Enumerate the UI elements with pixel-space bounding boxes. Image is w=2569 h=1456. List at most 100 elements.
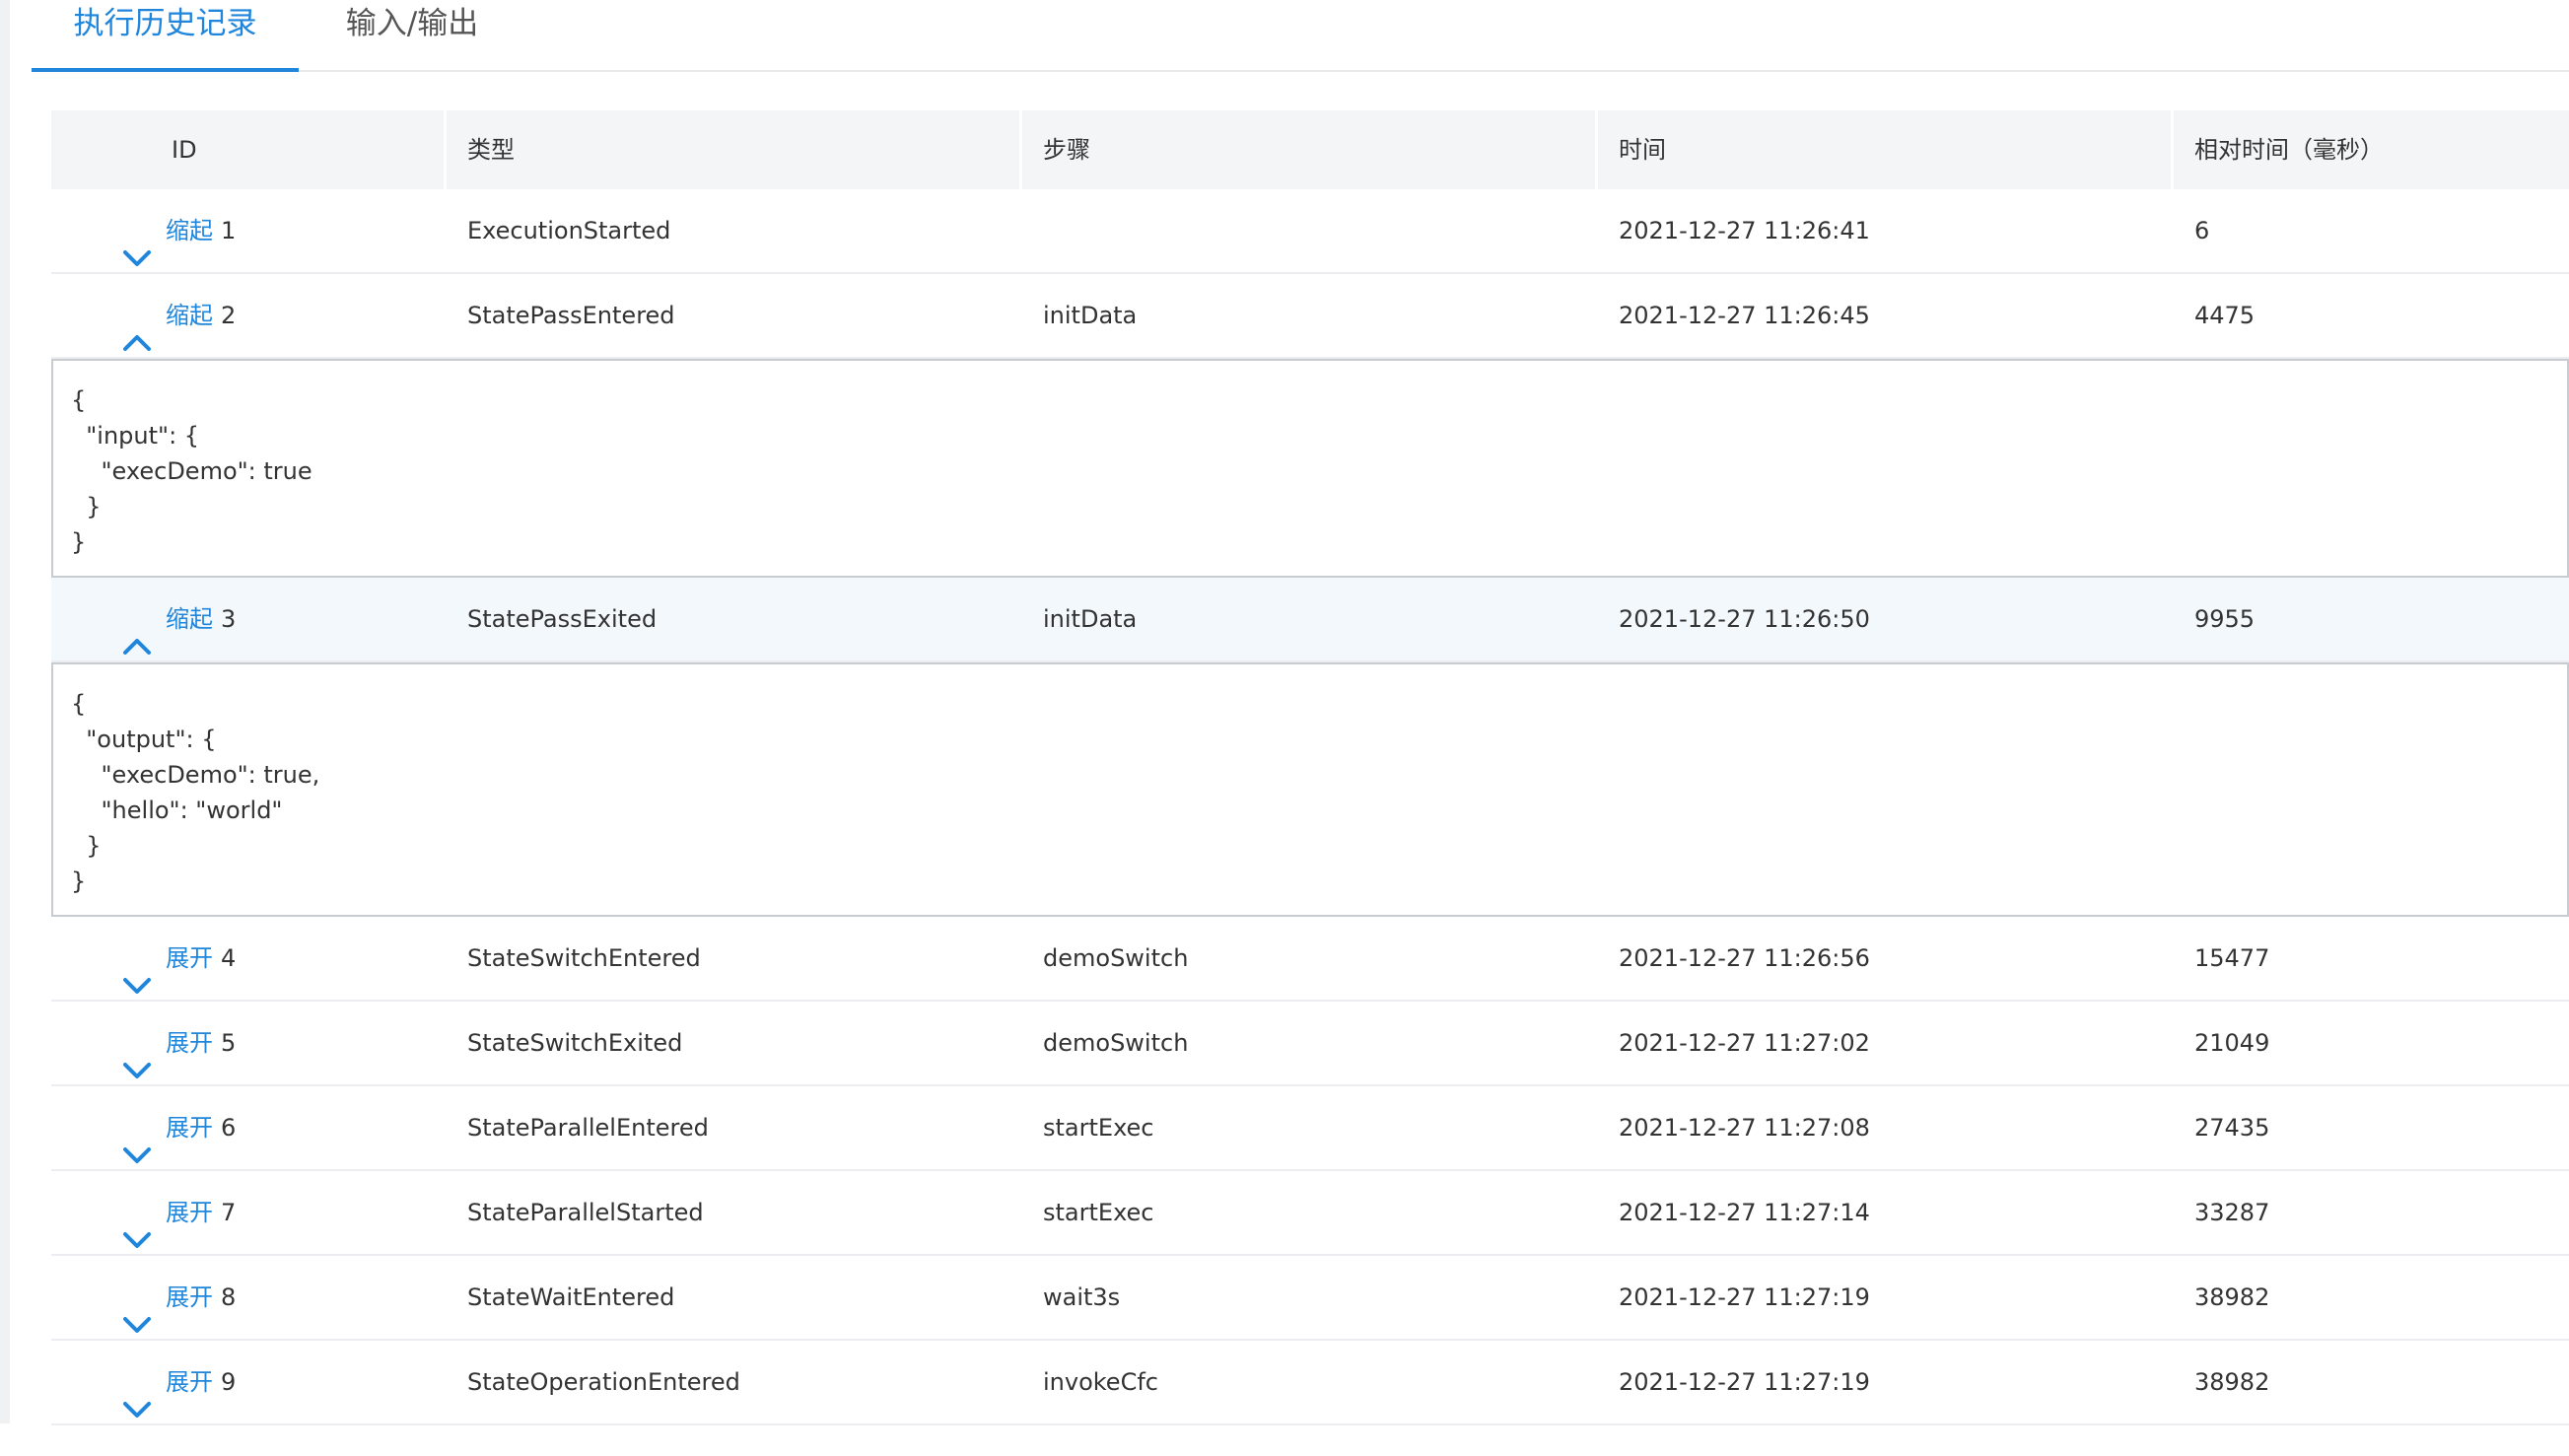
row-toggle-label[interactable]: 展开 xyxy=(166,1283,213,1311)
row-type: StatePassExited xyxy=(467,605,658,633)
row-toggle-label[interactable]: 展开 xyxy=(166,1199,213,1226)
row-time: 2021-12-27 11:26:56 xyxy=(1619,944,1870,972)
column-header-type: 类型 xyxy=(467,136,515,164)
row-detail-json: { "output": { "execDemo": true, "hello":… xyxy=(51,662,2569,917)
row-id: 2 xyxy=(221,302,237,329)
table-row: 缩起 2 StatePassEntered initData 2021-12-27 11… xyxy=(51,274,2569,359)
row-toggle-button[interactable]: 展开 5 xyxy=(122,1002,236,1084)
json-line: "output": { xyxy=(71,726,217,753)
json-line: } xyxy=(71,528,87,556)
row-type: StateOperationEntered xyxy=(467,1368,740,1396)
row-id: 1 xyxy=(221,217,237,244)
row-time: 2021-12-27 11:27:02 xyxy=(1619,1029,1870,1057)
row-relative-ms: 21049 xyxy=(2194,1029,2270,1057)
row-step: invokeCfc xyxy=(1043,1368,1158,1396)
tab-execution-history[interactable]: 执行历史记录 xyxy=(32,0,299,72)
row-toggle-button[interactable]: 展开 6 xyxy=(122,1086,236,1169)
tab-execution-history-label: 执行历史记录 xyxy=(73,6,257,41)
row-relative-ms: 4475 xyxy=(2194,302,2256,329)
row-toggle-button[interactable]: 展开 9 xyxy=(122,1341,236,1423)
json-line: } xyxy=(71,867,87,895)
table-row: 缩起 1 ExecutionStarted 2021-12-27 11:26:41 6 xyxy=(51,189,2569,274)
json-line: { xyxy=(71,386,87,414)
chevron-down-icon xyxy=(122,222,152,266)
json-line: "input": { xyxy=(71,422,200,450)
row-toggle-button[interactable]: 展开 7 xyxy=(122,1171,236,1254)
column-divider xyxy=(1019,110,1022,189)
row-toggle-label[interactable]: 缩起 xyxy=(166,217,213,244)
row-toggle-label[interactable]: 缩起 xyxy=(166,302,213,329)
row-type: StateParallelStarted xyxy=(467,1199,704,1226)
row-time: 2021-12-27 11:27:19 xyxy=(1619,1368,1870,1396)
row-id: 5 xyxy=(221,1029,237,1057)
table-row: 展开 8 StateWaitEntered wait3s 2021-12-27 11:2… xyxy=(51,1256,2569,1341)
table-header: ID 类型 步骤 时间 相对时间（毫秒） xyxy=(51,110,2569,189)
row-step: startExec xyxy=(1043,1199,1154,1226)
row-step: wait3s xyxy=(1043,1283,1121,1311)
chevron-down-icon xyxy=(122,1204,152,1248)
row-toggle-button[interactable]: 展开 4 xyxy=(122,917,236,1000)
row-step: demoSwitch xyxy=(1043,944,1189,972)
row-time: 2021-12-27 11:26:50 xyxy=(1619,605,1870,633)
row-relative-ms: 9955 xyxy=(2194,605,2256,633)
left-edge-strip xyxy=(0,0,10,1423)
execution-history-page: 执行历史记录 输入/输出 ID 类型 步骤 时间 相对时间（毫秒） 缩起 1 Exe… xyxy=(10,0,2569,1425)
row-relative-ms: 15477 xyxy=(2194,944,2270,972)
history-table: ID 类型 步骤 时间 相对时间（毫秒） 缩起 1 ExecutionStarted… xyxy=(51,110,2569,1425)
tab-bar: 执行历史记录 输入/输出 xyxy=(32,0,2569,72)
row-type: StatePassEntered xyxy=(467,302,675,329)
row-type: StateSwitchExited xyxy=(467,1029,683,1057)
table-row: 展开 9 StateOperationEntered invokeCfc 2021-12… xyxy=(51,1341,2569,1425)
row-time: 2021-12-27 11:27:08 xyxy=(1619,1114,1870,1142)
table-body: 缩起 1 ExecutionStarted 2021-12-27 11:26:41 6 缩… xyxy=(51,189,2569,1425)
json-line: "execDemo": true xyxy=(71,457,312,485)
row-relative-ms: 38982 xyxy=(2194,1368,2270,1396)
row-type: ExecutionStarted xyxy=(467,217,671,244)
row-toggle-label[interactable]: 缩起 xyxy=(166,605,213,633)
row-time: 2021-12-27 11:27:19 xyxy=(1619,1283,1870,1311)
row-relative-ms: 38982 xyxy=(2194,1283,2270,1311)
row-toggle-button[interactable]: 缩起 2 xyxy=(122,274,236,357)
row-step: demoSwitch xyxy=(1043,1029,1189,1057)
row-id: 7 xyxy=(221,1199,237,1226)
row-time: 2021-12-27 11:26:41 xyxy=(1619,217,1870,244)
active-tab-indicator xyxy=(32,68,299,72)
row-step: initData xyxy=(1043,302,1138,329)
row-time: 2021-12-27 11:27:14 xyxy=(1619,1199,1870,1226)
row-type: StateParallelEntered xyxy=(467,1114,709,1142)
row-toggle-button[interactable]: 缩起 3 xyxy=(122,578,236,660)
table-row: 展开 4 StateSwitchEntered demoSwitch 2021-12-2… xyxy=(51,917,2569,1002)
row-toggle-label[interactable]: 展开 xyxy=(166,1114,213,1142)
column-header-time: 时间 xyxy=(1619,136,1666,164)
row-id: 8 xyxy=(221,1283,237,1311)
row-toggle-label[interactable]: 展开 xyxy=(166,944,213,972)
row-toggle-label[interactable]: 展开 xyxy=(166,1029,213,1057)
row-type: StateSwitchEntered xyxy=(467,944,701,972)
chevron-down-icon xyxy=(122,1119,152,1163)
row-toggle-label[interactable]: 展开 xyxy=(166,1368,213,1396)
column-header-id: ID xyxy=(172,136,197,164)
chevron-down-icon xyxy=(122,1373,152,1418)
row-toggle-button[interactable]: 展开 8 xyxy=(122,1256,236,1339)
row-relative-ms: 27435 xyxy=(2194,1114,2270,1142)
row-toggle-button[interactable]: 缩起 1 xyxy=(122,189,236,272)
chevron-down-icon xyxy=(122,949,152,994)
row-time: 2021-12-27 11:26:45 xyxy=(1619,302,1870,329)
tab-input-output[interactable]: 输入/输出 xyxy=(299,0,525,69)
chevron-down-icon xyxy=(122,1034,152,1078)
chevron-up-icon xyxy=(122,610,152,655)
tab-input-output-label: 输入/输出 xyxy=(345,6,479,41)
row-id: 9 xyxy=(221,1368,237,1396)
row-relative-ms: 33287 xyxy=(2194,1199,2270,1226)
json-line: } xyxy=(71,832,102,860)
column-divider xyxy=(444,110,447,189)
table-row: 缩起 3 StatePassExited initData 2021-12-27 11:… xyxy=(51,578,2569,662)
row-detail-json: { "input": { "execDemo": true }} xyxy=(51,359,2569,578)
row-id: 4 xyxy=(221,944,237,972)
row-type: StateWaitEntered xyxy=(467,1283,675,1311)
json-line: "execDemo": true, xyxy=(71,761,320,789)
column-divider xyxy=(2171,110,2174,189)
json-line: "hello": "world" xyxy=(71,797,283,824)
row-relative-ms: 6 xyxy=(2194,217,2210,244)
chevron-up-icon xyxy=(122,307,152,351)
